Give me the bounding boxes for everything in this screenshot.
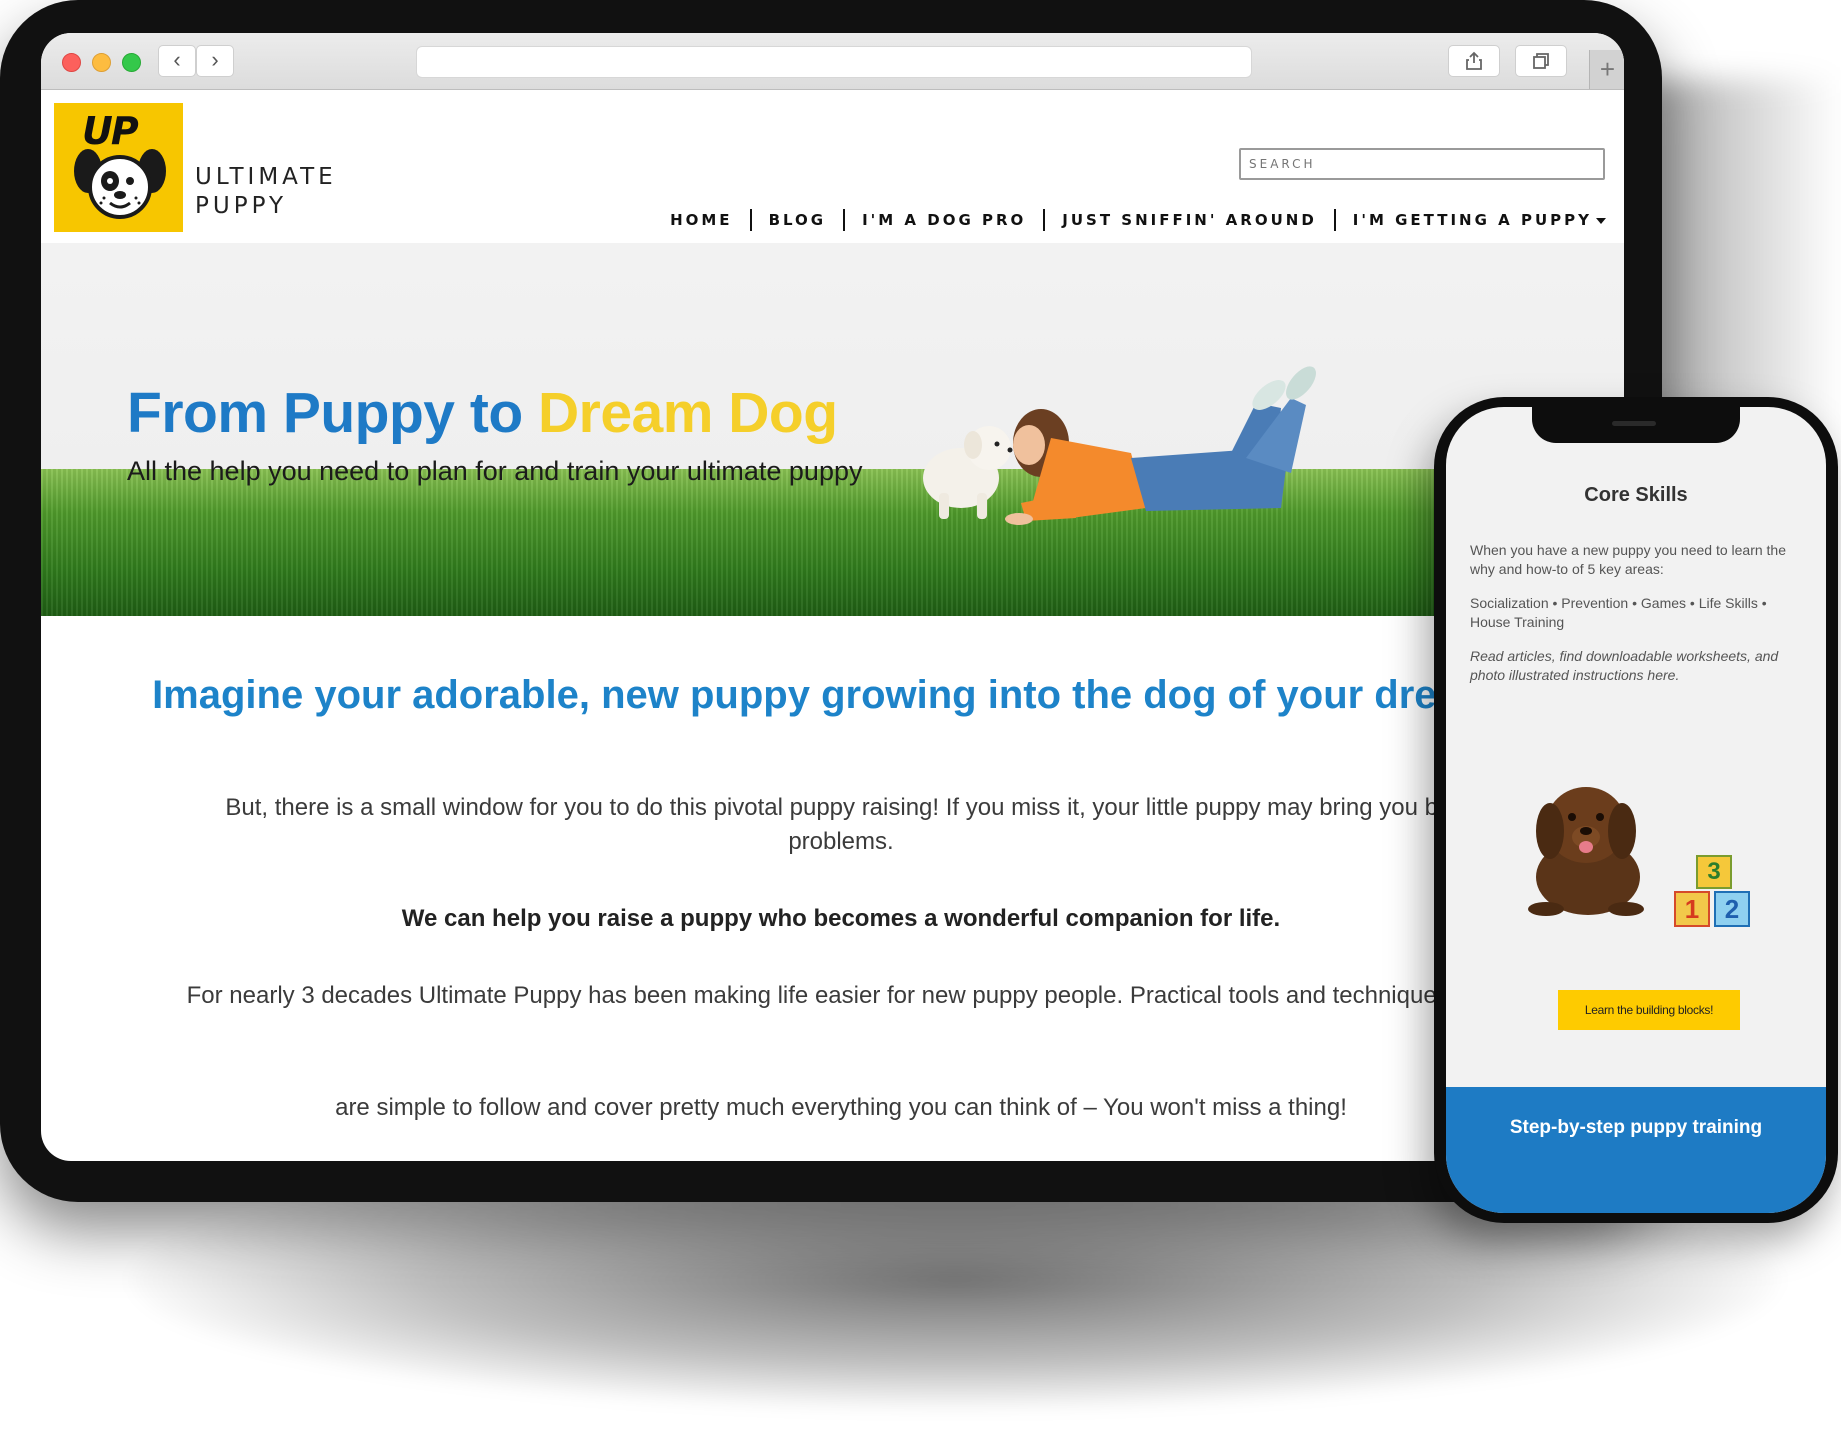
back-button[interactable]: ‹ xyxy=(158,45,196,77)
phone-notch xyxy=(1532,407,1740,443)
new-tab-button[interactable]: + xyxy=(1589,50,1624,89)
history-paragraph: For nearly 3 decades Ultimate Puppy has … xyxy=(186,982,1496,1009)
core-skills-title: Core Skills xyxy=(1584,484,1688,506)
nav-getting-puppy-label: I'M GETTING A PUPPY xyxy=(1352,211,1592,229)
grass-image xyxy=(41,469,1624,616)
nav-sniffin-around[interactable]: JUST SNIFFIN' AROUND xyxy=(1062,211,1317,229)
caret-down-icon xyxy=(1596,217,1606,224)
brand-name: ULTIMATE PUPPY xyxy=(195,163,337,221)
tabs-icon xyxy=(1533,52,1549,69)
plus-icon: + xyxy=(1599,54,1616,84)
core-skills-areas: Socialization • Prevention • Games • Lif… xyxy=(1470,595,1767,630)
forward-button[interactable]: › xyxy=(196,45,234,77)
nav-home[interactable]: HOME xyxy=(670,211,732,229)
learn-building-blocks-button[interactable]: Learn the building blocks! xyxy=(1558,990,1740,1030)
share-button[interactable] xyxy=(1448,45,1500,77)
site-logo[interactable]: UP xyxy=(54,103,183,232)
search-input[interactable] xyxy=(1239,148,1605,180)
nav-getting-puppy[interactable]: I'M GETTING A PUPPY xyxy=(1353,211,1606,229)
number-blocks-image: 3 1 2 xyxy=(1674,855,1764,935)
training-banner-label: Step-by-step puppy training xyxy=(1509,1117,1763,1138)
dog-face-icon xyxy=(74,149,166,219)
nav-divider xyxy=(843,209,846,231)
share-icon xyxy=(1466,51,1482,70)
hero-title: From Puppy to Dream Dog xyxy=(127,380,838,446)
promise-paragraph: We can help you raise a puppy who become… xyxy=(401,905,1281,932)
hero-subtitle: All the help you need to plan for and tr… xyxy=(127,456,863,486)
number-block: 1 xyxy=(1674,891,1710,927)
tablet-frame: ‹ › + UP ULTIMATE PUPPY SEARCH HOME BLOG… xyxy=(0,0,1662,1202)
address-bar[interactable] xyxy=(416,46,1252,78)
main-headline: Imagine your adorable, new puppy growing… xyxy=(152,673,1530,717)
coverage-paragraph: are simple to follow and cover pretty mu… xyxy=(335,1094,1347,1121)
phone-frame: Core Skills When you have a new puppy yo… xyxy=(1434,397,1838,1223)
maximize-window-button[interactable] xyxy=(122,53,141,72)
nav-dog-pro[interactable]: I'M A DOG PRO xyxy=(862,211,1026,229)
nav-divider xyxy=(749,209,752,231)
speaker-grille xyxy=(1612,421,1656,426)
nav-blog[interactable]: BLOG xyxy=(769,211,827,229)
brand-line1: ULTIMATE xyxy=(195,164,337,190)
chevron-right-icon: › xyxy=(211,47,219,72)
browser-toolbar: ‹ › + xyxy=(41,33,1624,90)
close-window-button[interactable] xyxy=(62,53,81,72)
brand-line2: PUPPY xyxy=(195,193,287,219)
intro-paragraph: But, there is a small window for you to … xyxy=(225,794,1457,855)
nav-divider xyxy=(1333,209,1336,231)
number-block: 2 xyxy=(1714,891,1750,927)
brown-puppy-image xyxy=(1528,787,1644,916)
hero-title-blue: From Puppy to xyxy=(127,381,538,445)
chevron-left-icon: ‹ xyxy=(173,47,181,72)
minimize-window-button[interactable] xyxy=(92,53,111,72)
hero-title-yellow: Dream Dog xyxy=(537,381,838,445)
training-banner[interactable]: Step-by-step puppy training xyxy=(1446,1087,1826,1213)
core-skills-note: Read articles, find downloadable workshe… xyxy=(1470,648,1779,683)
phone-screen: Core Skills When you have a new puppy yo… xyxy=(1446,407,1826,1213)
main-nav: HOME BLOG I'M A DOG PRO JUST SNIFFIN' AR… xyxy=(670,209,1606,231)
tablet-screen: ‹ › + UP ULTIMATE PUPPY SEARCH HOME BLOG… xyxy=(41,33,1624,1161)
nav-divider xyxy=(1043,209,1046,231)
core-skills-intro: When you have a new puppy you need to le… xyxy=(1470,542,1786,577)
number-block: 3 xyxy=(1696,855,1732,889)
woman-with-puppy-image xyxy=(923,366,1316,525)
tabs-button[interactable] xyxy=(1515,45,1567,77)
